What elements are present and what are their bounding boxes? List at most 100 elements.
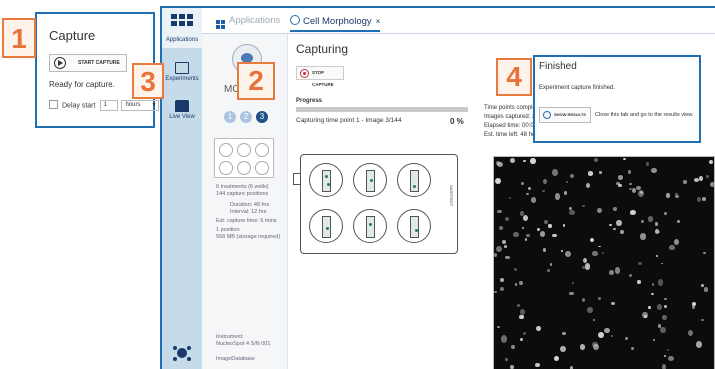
delay-start-row: Delay start 1 hours (49, 100, 160, 112)
cell-spot (514, 283, 518, 286)
tab-cell-morphology[interactable]: Cell Morphology × (290, 15, 381, 32)
cell-spot (520, 182, 525, 185)
cell-spot (513, 232, 520, 237)
cell-spot (497, 161, 504, 167)
cell-spot (622, 157, 626, 161)
cell-spot (656, 303, 663, 310)
experiment-info: 6 treatments (6 wells) 144 capture posit… (216, 184, 286, 241)
delay-unit-select[interactable]: hours (121, 100, 160, 111)
cell-icon (290, 15, 300, 25)
cell-spot (592, 251, 598, 256)
step-1[interactable]: 1 (224, 111, 236, 123)
cell-spot (513, 268, 518, 272)
plate-clip (293, 173, 301, 185)
stop-capture-button[interactable]: STOP CAPTURE (296, 66, 344, 87)
cell-spot (651, 168, 657, 174)
cell-network-icon (173, 346, 191, 361)
cell-spot (552, 233, 557, 238)
database-info: ImageDatabase (216, 356, 286, 363)
cell-spot (700, 284, 705, 287)
rail-applications[interactable]: Applications (162, 8, 202, 48)
cell-spot (629, 182, 633, 186)
cell-spot (703, 251, 707, 255)
instrument-info: Instrument: NucleoSpot 4 S/N 001 (216, 334, 286, 348)
results-icon (543, 111, 551, 119)
cell-spot (629, 273, 633, 277)
step-indicator: 123 (224, 106, 272, 124)
well[interactable] (397, 163, 431, 197)
cell-spot (496, 209, 502, 214)
cell-spot (520, 337, 523, 341)
cell-spot (664, 297, 668, 301)
info-storage: 568 MB (storage required) (216, 234, 281, 240)
rail-applications-label: Applications (165, 37, 199, 43)
cell-spot (500, 277, 505, 283)
delay-start-checkbox[interactable] (49, 100, 58, 110)
cell-spot (648, 306, 651, 310)
cell-spot (703, 287, 709, 292)
cell-spot (582, 297, 586, 302)
cell-spot (524, 237, 528, 241)
cell-spot (563, 191, 568, 196)
cell-spot (655, 254, 658, 257)
well[interactable] (309, 209, 343, 243)
info-position-count: 1 position (216, 227, 240, 233)
cell-spot (630, 346, 634, 351)
cell-spot (637, 280, 641, 285)
cell-spot (526, 192, 530, 196)
left-rail: Applications Experiments Live View (162, 8, 202, 369)
rail-experiments[interactable]: Experiments (162, 62, 202, 82)
show-results-button[interactable]: SHOW RESULTS (539, 107, 591, 123)
cell-spot (585, 182, 590, 188)
cell-spot (587, 171, 594, 176)
cell-spot (569, 210, 575, 215)
cell-spot (495, 177, 502, 184)
cell-spot (611, 334, 614, 338)
cell-spot (640, 233, 647, 240)
info-duration: Duration: 48 hrs (230, 202, 270, 208)
cell-spot (598, 332, 604, 339)
well[interactable] (309, 163, 343, 197)
cell-spot (510, 365, 515, 369)
finished-title: Finished (539, 61, 577, 72)
cell-spot (617, 183, 622, 188)
cell-spot (592, 319, 596, 321)
cell-spot (501, 335, 508, 343)
tab-cell-morphology-label: Cell Morphology (303, 16, 372, 27)
cell-spot (551, 169, 558, 177)
cell-spot (511, 345, 516, 350)
tab-applications[interactable]: Applications (216, 15, 280, 29)
cell-spot (539, 230, 545, 237)
cell-spot (519, 280, 523, 285)
delay-value-input[interactable]: 1 (100, 100, 119, 111)
start-capture-button[interactable]: START CAPTURE (49, 54, 127, 72)
well[interactable] (353, 209, 387, 243)
step-3[interactable]: 3 (256, 111, 268, 123)
cell-spot (608, 269, 614, 276)
progress-bar (296, 107, 468, 112)
cell-spot (610, 301, 615, 305)
cell-spot (648, 216, 654, 222)
cell-spot (580, 344, 586, 350)
well[interactable] (397, 209, 431, 243)
cell-spot (505, 256, 510, 260)
cell-spot (709, 160, 714, 165)
cell-spot (510, 158, 515, 163)
rail-live-view[interactable]: Live View (162, 100, 202, 120)
step-number-badge-4: 4 (496, 58, 532, 96)
cell-spot (597, 297, 601, 300)
cell-spot (702, 197, 707, 202)
step-2[interactable]: 2 (240, 111, 252, 123)
well[interactable] (353, 163, 387, 197)
cell-spot (696, 196, 702, 202)
cell-spot (519, 314, 525, 320)
close-tab-icon[interactable]: × (376, 17, 381, 26)
cell-spot (593, 157, 598, 162)
cell-spot (668, 245, 675, 250)
cell-spot (705, 174, 709, 178)
cell-spot (499, 226, 504, 231)
cell-spot (535, 363, 540, 367)
cell-spot (560, 345, 566, 353)
cell-spot (497, 326, 500, 329)
cell-spot (614, 267, 621, 274)
